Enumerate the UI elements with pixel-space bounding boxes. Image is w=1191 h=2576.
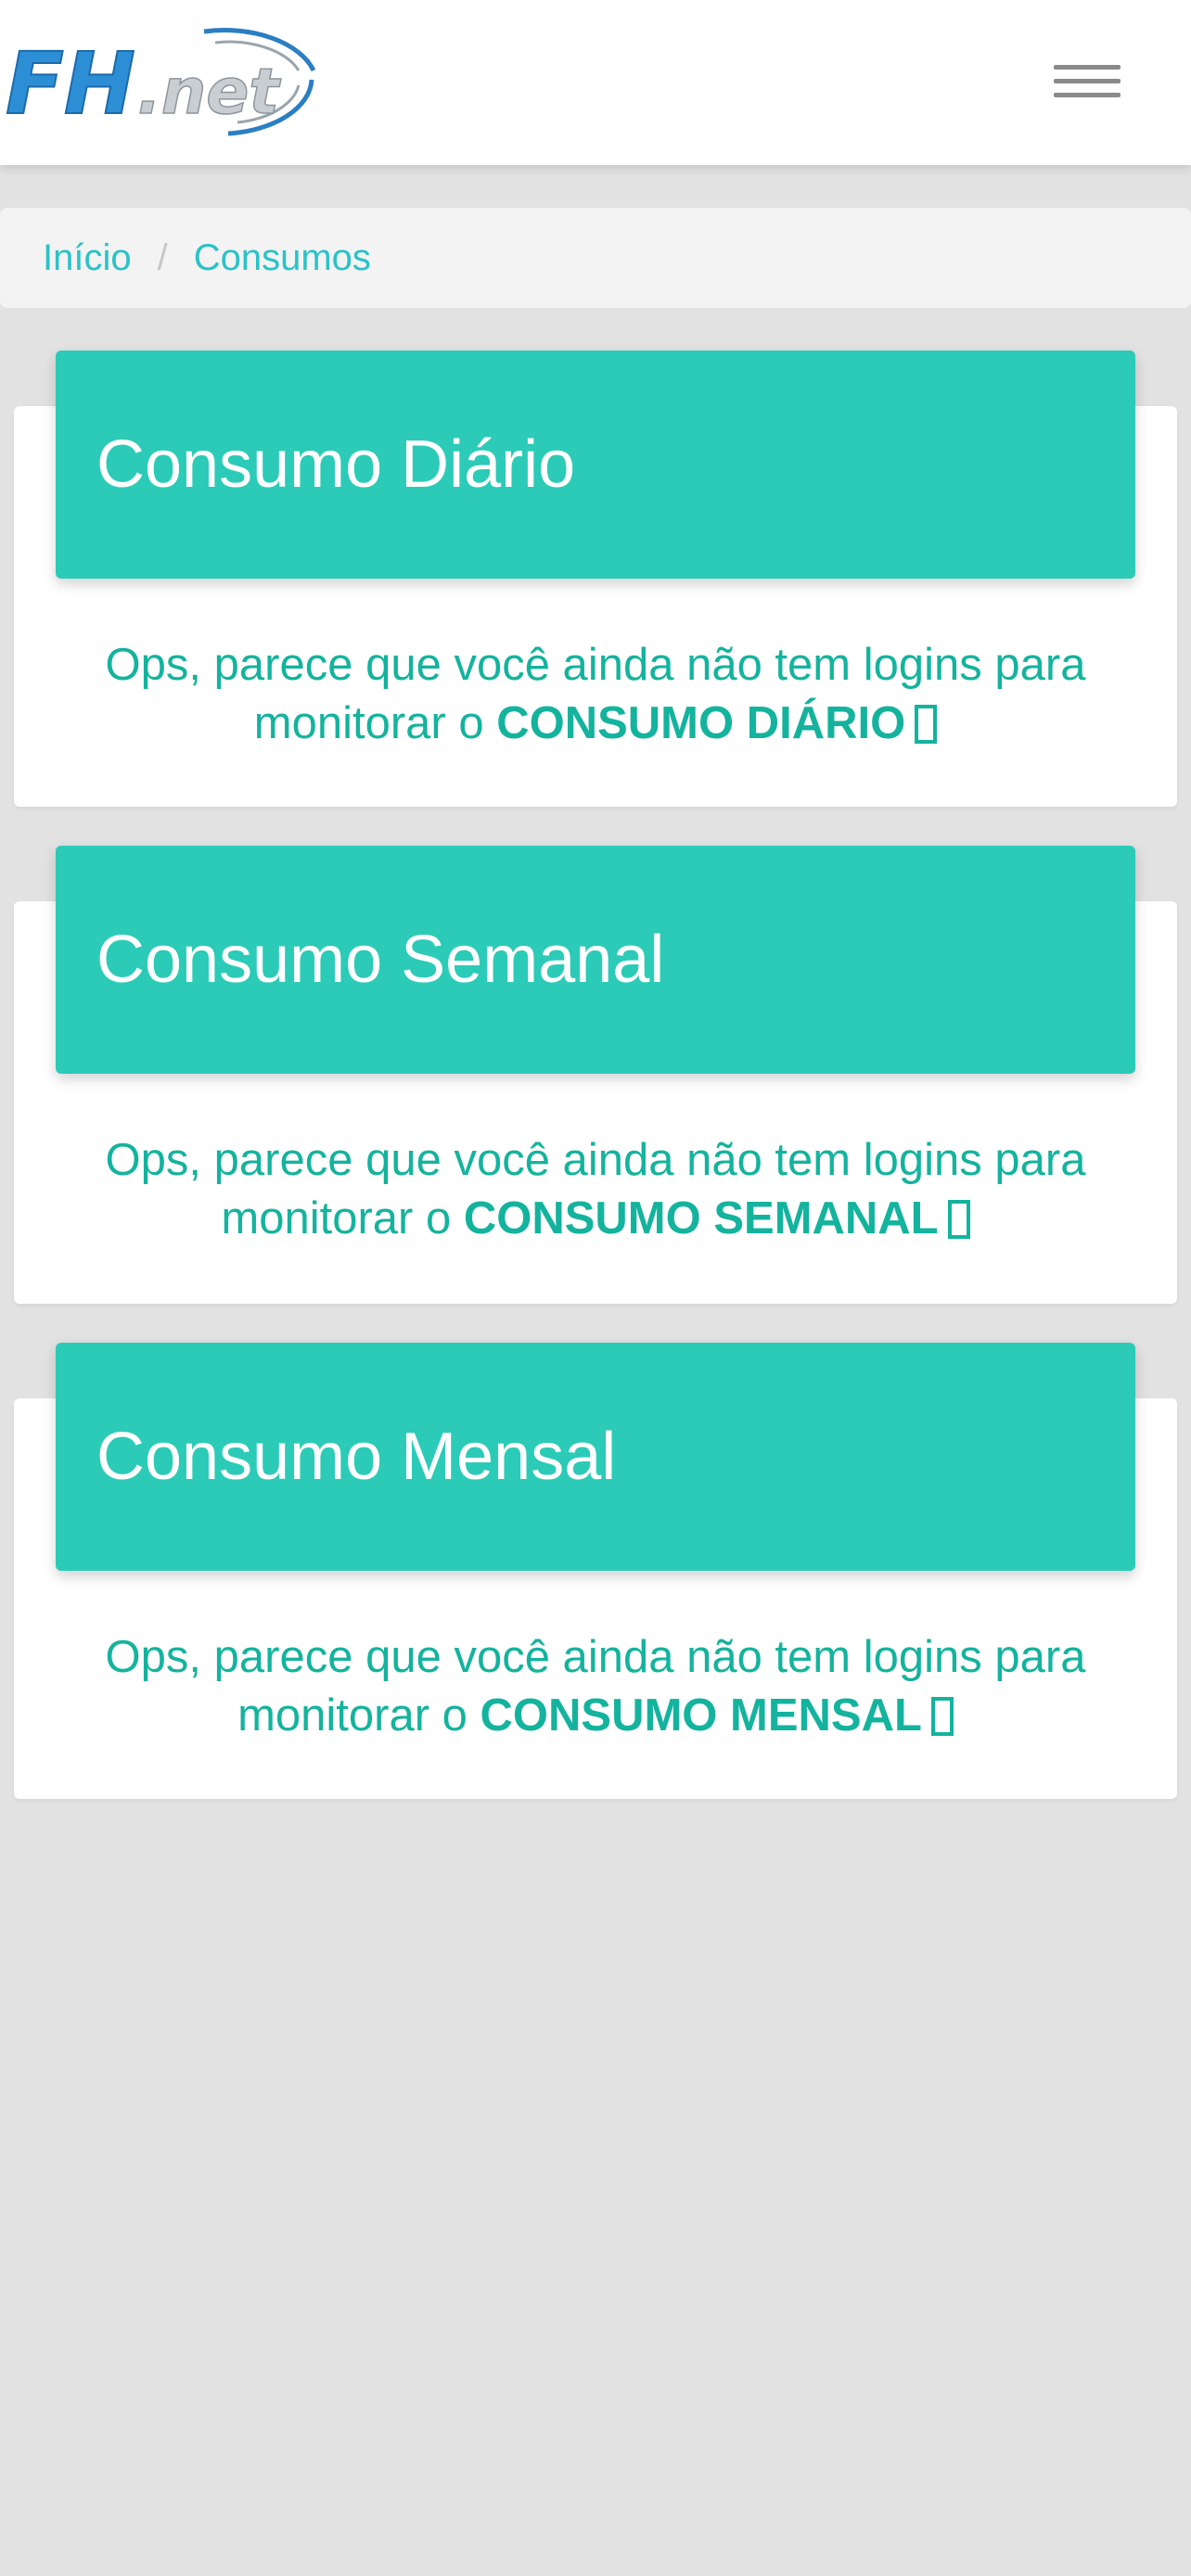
- breadcrumb-item-consumos[interactable]: Consumos: [194, 237, 371, 279]
- breadcrumb-separator: /: [157, 236, 168, 278]
- hamburger-menu-icon[interactable]: [1043, 52, 1132, 111]
- card-message-emphasis: CONSUMO DIÁRIO: [496, 698, 906, 748]
- top-navbar: FH .net: [0, 0, 1191, 165]
- svg-text:.net: .net: [137, 56, 281, 129]
- card-message-emphasis: CONSUMO SEMANAL: [463, 1193, 939, 1243]
- missing-glyph-icon: [915, 705, 938, 744]
- card-message-emphasis: CONSUMO MENSAL: [480, 1690, 922, 1741]
- card-title-monthly: Consumo Mensal: [96, 1420, 617, 1494]
- card-header-weekly: Consumo Semanal: [56, 846, 1135, 1074]
- card-message-weekly: Ops, parece que você ainda não tem login…: [14, 1131, 1177, 1248]
- card-title-weekly: Consumo Semanal: [96, 923, 665, 997]
- fh-net-logo[interactable]: FH .net: [6, 15, 325, 137]
- card-message-daily: Ops, parece que você ainda não tem login…: [14, 636, 1177, 753]
- card-title-daily: Consumo Diário: [96, 427, 576, 502]
- breadcrumb-item-inicio[interactable]: Início: [43, 237, 132, 279]
- menu-line: [1054, 65, 1121, 70]
- menu-line: [1054, 93, 1121, 97]
- card-header-daily: Consumo Diário: [56, 351, 1135, 579]
- missing-glyph-icon: [947, 1200, 970, 1239]
- menu-line: [1054, 79, 1121, 83]
- card-header-monthly: Consumo Mensal: [56, 1343, 1135, 1571]
- missing-glyph-icon: [930, 1697, 954, 1736]
- card-message-monthly: Ops, parece que você ainda não tem login…: [14, 1628, 1177, 1745]
- breadcrumb: Início / Consumos: [0, 208, 1191, 308]
- svg-text:FH: FH: [6, 34, 135, 134]
